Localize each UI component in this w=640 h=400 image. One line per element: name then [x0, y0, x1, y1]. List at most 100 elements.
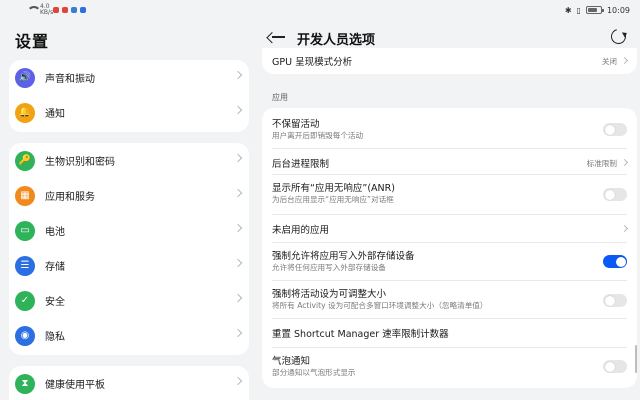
sidebar-item[interactable]: ◉ 隐私	[9, 318, 249, 353]
status-icons-right: ✱ ▯ 10:09	[565, 4, 630, 16]
developer-option-row[interactable]: 气泡通知 部分通知以气泡形式显示	[262, 351, 637, 381]
chevron-right-icon	[233, 223, 243, 233]
network-speed: 4.0 KB/s	[40, 3, 54, 16]
toggle-switch[interactable]	[603, 188, 627, 201]
sidebar-item[interactable]: 🔔 通知	[9, 95, 249, 130]
chevron-right-icon	[233, 376, 243, 386]
toggle-switch[interactable]	[603, 255, 627, 268]
storage-icon: ☰	[15, 255, 35, 276]
developer-option-row[interactable]: 强制允许将应用写入外部存储设备 允许将任何应用写入外部存储设备	[262, 246, 637, 276]
row-title: 显示所有“应用无响应”(ANR)	[272, 183, 395, 194]
row-title: 重置 Shortcut Manager 速率限制计数器	[272, 329, 449, 340]
sidebar-item[interactable]: ⧗ 健康使用平板	[9, 366, 249, 400]
row-divider	[272, 148, 627, 149]
row-divider	[272, 280, 627, 281]
sidebar-item[interactable]: 🔊 声音和振动	[9, 60, 249, 95]
key-icon: 🔑	[15, 150, 35, 171]
apps-icon: ▦	[15, 185, 35, 206]
row-subtitle: 允许将任何应用写入外部存储设备	[272, 263, 386, 272]
apps-settings-card: 不保留活动 用户离开后即销毁每个活动 后台进程限制 标准限制 显示所有“应用无响应”(A…	[262, 108, 637, 388]
row-value: 关闭	[601, 57, 617, 66]
settings-group: 🔊 声音和振动 🔔 通知	[9, 60, 249, 132]
app-notification-icon	[71, 7, 77, 13]
developer-option-row[interactable]: 后台进程限制 标准限制	[262, 152, 637, 172]
chevron-right-icon	[233, 105, 243, 115]
row-title: 不保留活动	[272, 119, 320, 130]
battery-status-icon	[585, 6, 604, 14]
sidebar-item-label: 安全	[45, 297, 65, 308]
row-divider	[272, 347, 627, 348]
chevron-right-icon	[233, 258, 243, 268]
chevron-right-icon	[620, 56, 629, 65]
sidebar-item[interactable]: 🔑 生物识别和密码	[9, 143, 249, 178]
gpu-settings-card: GPU 呈现模式分析 关闭	[262, 48, 637, 74]
app-notification-icon	[62, 7, 68, 13]
sidebar-item[interactable]: ▦ 应用和服务	[9, 178, 249, 213]
chevron-right-icon	[620, 158, 629, 167]
refresh-icon[interactable]	[608, 26, 629, 47]
sidebar-item-label: 电池	[45, 227, 65, 238]
wifi-icon	[27, 6, 41, 14]
row-subtitle: 部分通知以气泡形式显示	[272, 368, 356, 377]
developer-option-row[interactable]: 不保留活动 用户离开后即销毁每个活动	[262, 114, 637, 144]
hourglass-icon: ⧗	[15, 373, 35, 394]
settings-title: 设置	[15, 32, 50, 51]
row-title: 后台进程限制	[272, 159, 330, 170]
chevron-right-icon	[233, 153, 243, 163]
sidebar-item-label: 存储	[45, 262, 65, 273]
status-bar: 4.0 KB/s ✱ ▯ 10:09	[0, 0, 640, 20]
row-divider	[272, 242, 627, 243]
battery-icon: ▭	[15, 220, 35, 241]
toggle-switch[interactable]	[603, 360, 627, 373]
row-divider	[272, 214, 627, 215]
app-notification-icon	[53, 7, 59, 13]
privacy-icon: ◉	[15, 325, 35, 346]
chevron-right-icon	[233, 293, 243, 303]
sidebar-item-label: 声音和振动	[45, 74, 95, 85]
section-label-apps: 应用	[272, 93, 288, 102]
bell-icon: 🔔	[15, 102, 35, 123]
row-divider	[272, 318, 627, 319]
developer-option-row[interactable]: 未启用的应用	[262, 218, 637, 238]
row-title: GPU 呈现模式分析	[272, 57, 353, 68]
row-subtitle: 为后台应用显示“应用无响应”对话框	[272, 195, 394, 204]
sidebar-item-label: 应用和服务	[45, 192, 95, 203]
sidebar-item-label: 隐私	[45, 332, 65, 343]
row-divider	[272, 174, 627, 175]
chevron-right-icon	[233, 188, 243, 198]
developer-option-row[interactable]: 显示所有“应用无响应”(ANR) 为后台应用显示“应用无响应”对话框	[262, 178, 637, 210]
sidebar-item-label: 通知	[45, 109, 65, 120]
settings-group: 🔑 生物识别和密码 ▦ 应用和服务 ▭ 电池 ☰ 存储 ✓ 安全 ◉ 隐私	[9, 143, 249, 355]
row-title: 强制允许将应用写入外部存储设备	[272, 251, 415, 262]
sidebar-item-label: 健康使用平板	[45, 380, 105, 391]
page-title: 开发人员选项	[297, 33, 376, 48]
row-value: 标准限制	[586, 159, 617, 168]
chevron-right-icon	[233, 328, 243, 338]
clock: 10:09	[606, 5, 630, 15]
row-title: 气泡通知	[272, 356, 311, 367]
bluetooth-icon: ✱	[564, 5, 572, 15]
back-arrow-icon[interactable]	[270, 29, 286, 45]
row-subtitle: 将所有 Activity 设为可配合多窗口环境调整大小（忽略清单值）	[272, 301, 488, 310]
toggle-switch[interactable]	[603, 123, 627, 136]
sidebar-item[interactable]: ✓ 安全	[9, 283, 249, 318]
row-title: 强制将活动设为可调整大小	[272, 289, 387, 300]
speaker-icon: 🔊	[15, 67, 35, 88]
row-title: 未启用的应用	[272, 225, 330, 236]
developer-option-row[interactable]: 重置 Shortcut Manager 速率限制计数器	[262, 322, 637, 342]
sidebar-item-label: 生物识别和密码	[45, 157, 115, 168]
chevron-right-icon	[233, 70, 243, 80]
chevron-right-icon	[620, 224, 629, 233]
gpu-render-profile-row[interactable]: GPU 呈现模式分析 关闭	[262, 48, 637, 74]
vibrate-icon: ▯	[576, 5, 581, 15]
sidebar-item[interactable]: ▭ 电池	[9, 213, 249, 248]
scrollbar[interactable]	[635, 345, 637, 373]
status-icons-left: 4.0 KB/s	[27, 4, 86, 16]
sidebar-item[interactable]: ☰ 存储	[9, 248, 249, 283]
row-subtitle: 用户离开后即销毁每个活动	[272, 131, 364, 140]
shield-check-icon: ✓	[15, 290, 35, 311]
developer-option-row[interactable]: 强制将活动设为可调整大小 将所有 Activity 设为可配合多窗口环境调整大小（…	[262, 284, 637, 316]
settings-group: ⧗ 健康使用平板	[9, 366, 249, 400]
toggle-switch[interactable]	[603, 294, 627, 307]
app-notification-icon	[80, 7, 86, 13]
